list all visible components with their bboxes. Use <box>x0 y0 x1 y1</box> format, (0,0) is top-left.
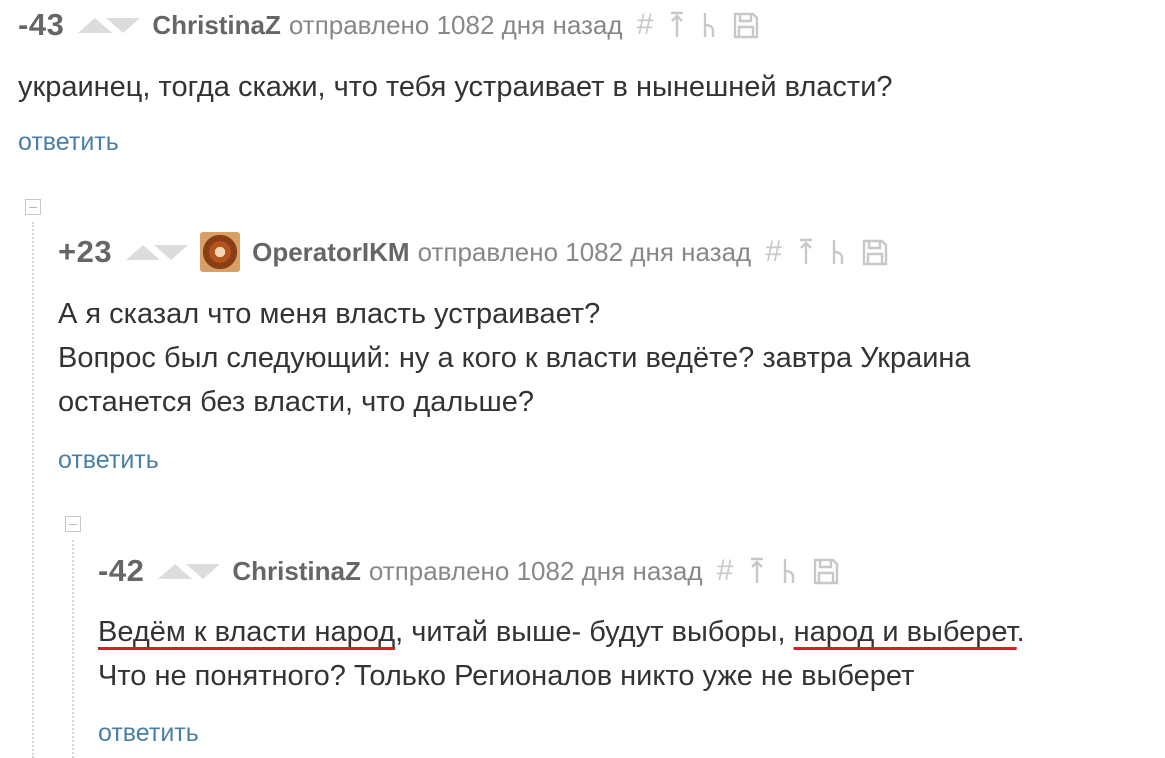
comment-tools: # <box>637 10 760 40</box>
rating: -42 <box>98 553 145 588</box>
text-line: Вопрос был следующий: ну а кого к власти… <box>58 342 971 374</box>
comment-text: Ведём к власти народ, читай выше- будут … <box>98 610 1025 698</box>
save-icon[interactable] <box>862 238 888 266</box>
avatar[interactable] <box>200 232 241 272</box>
text-line: останется без власти, что дальше? <box>58 386 534 418</box>
highlighted-text: Ведём к власти народ <box>98 616 396 648</box>
reply-link[interactable]: ответить <box>58 446 159 475</box>
timestamp[interactable]: отправлено 1082 дня назад <box>289 10 623 41</box>
thread-line[interactable] <box>32 222 34 758</box>
comment-header: -42 ChristinaZ отправлено 1082 дня назад… <box>98 551 839 591</box>
arrow-up-bar-icon[interactable] <box>669 11 685 39</box>
comment-text: украинец, тогда скажи, что тебя устраива… <box>18 71 893 103</box>
permalink-icon[interactable]: # <box>637 10 654 40</box>
comment-text: А я сказал что меня власть устраивает? В… <box>58 292 971 424</box>
timestamp[interactable]: отправлено 1082 дня назад <box>418 237 752 268</box>
branch-icon[interactable] <box>701 11 717 39</box>
timestamp[interactable]: отправлено 1082 дня назад <box>369 556 703 587</box>
branch-icon[interactable] <box>830 238 846 266</box>
author-link[interactable]: ChristinaZ <box>152 10 281 41</box>
branch-icon[interactable] <box>781 557 797 585</box>
save-icon[interactable] <box>813 557 839 585</box>
comment-header: +23 OperatorIKM отправлено 1082 дня наза… <box>58 232 888 272</box>
arrow-up-bar-icon[interactable] <box>798 238 814 266</box>
permalink-icon[interactable]: # <box>717 556 734 586</box>
text-fragment: , читай выше- будут выборы, <box>395 616 794 648</box>
comment-tools: # <box>765 237 888 267</box>
vote-down-icon[interactable] <box>106 17 141 33</box>
text-line: Что не понятного? Только Регионалов никт… <box>98 660 915 692</box>
reply-link[interactable]: ответить <box>18 128 119 157</box>
permalink-icon[interactable]: # <box>765 237 782 267</box>
save-icon[interactable] <box>733 11 759 39</box>
vote-controls <box>126 244 189 260</box>
text-line: Ведём к власти народ, читай выше- будут … <box>98 610 1025 654</box>
vote-controls <box>78 17 141 33</box>
author-link[interactable]: ChristinaZ <box>232 556 361 587</box>
rating: -43 <box>18 7 65 42</box>
text-line: А я сказал что меня власть устраивает? <box>58 298 601 330</box>
vote-controls <box>158 563 221 579</box>
arrow-up-bar-icon[interactable] <box>749 557 765 585</box>
comment-tools: # <box>717 556 840 586</box>
reply-link[interactable]: ответить <box>98 719 199 748</box>
vote-down-icon[interactable] <box>186 563 221 579</box>
comment-header: -43 ChristinaZ отправлено 1082 дня назад… <box>18 5 759 45</box>
highlighted-text: народ и выберет <box>793 616 1017 648</box>
author-link[interactable]: OperatorIKM <box>252 237 409 268</box>
collapse-icon[interactable] <box>65 516 81 532</box>
collapse-icon[interactable] <box>25 199 41 215</box>
text-fragment: . <box>1016 616 1025 648</box>
thread-line[interactable] <box>72 540 74 758</box>
rating: +23 <box>58 234 113 269</box>
vote-down-icon[interactable] <box>154 244 189 260</box>
